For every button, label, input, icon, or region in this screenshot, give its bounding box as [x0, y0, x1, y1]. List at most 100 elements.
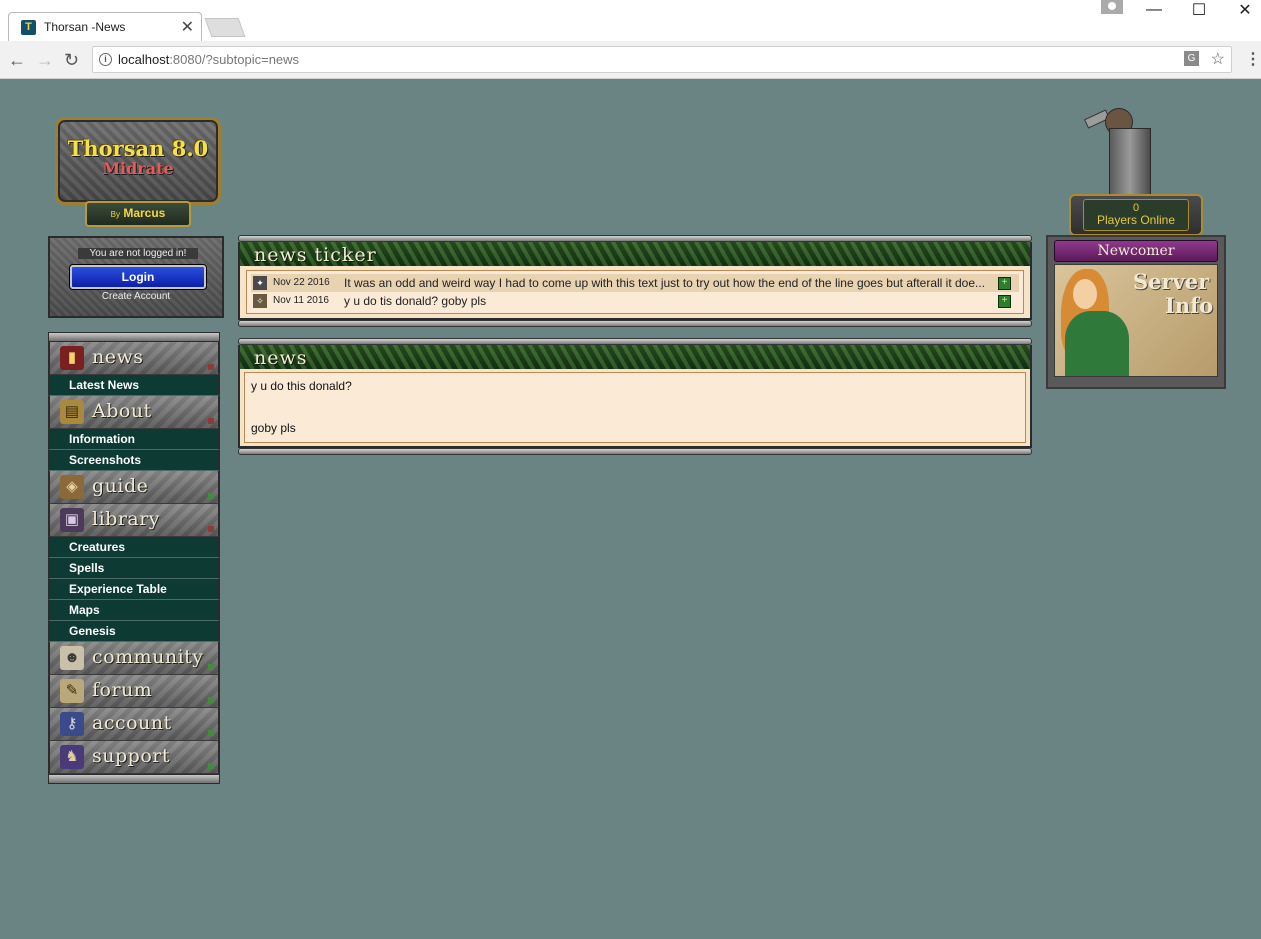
address-bar[interactable]: i localhost:8080/?subtopic=news G ☆ — [92, 46, 1232, 73]
menu-item-screenshots[interactable]: Screenshots — [48, 450, 220, 471]
site-favicon-icon: T — [21, 20, 36, 35]
bookmark-star-icon[interactable]: ☆ — [1211, 49, 1225, 69]
menu-item-maps[interactable]: Maps — [48, 600, 220, 621]
menu-top-frame — [48, 332, 220, 342]
create-account-link[interactable]: Create Account — [50, 291, 222, 302]
login-button[interactable]: Login — [70, 265, 206, 289]
menu-category-account[interactable]: ⚷ account — [48, 708, 220, 741]
news-box: news y u do this donald? goby pls — [238, 338, 1032, 455]
back-arrow-icon[interactable]: ← — [8, 50, 26, 71]
newcomer-header: Newcomer — [1054, 240, 1218, 262]
ticker-item-icon: ✧ — [253, 294, 267, 308]
news-ticker-box: news ticker ✦ Nov 22 2016 It was an odd … — [238, 235, 1032, 327]
url-text[interactable]: localhost:8080/?subtopic=news — [118, 52, 299, 67]
ticker-text: y u do tis donald? goby pls — [344, 294, 487, 308]
ticker-date: Nov 11 2016 — [273, 295, 329, 306]
forward-arrow-icon[interactable]: → — [36, 50, 54, 71]
minimize-icon[interactable]: — — [1139, 1, 1169, 18]
menu-category-label: forum — [92, 679, 153, 701]
menu-category-label: library — [92, 508, 161, 530]
browser-chrome: T Thorsan -News ✕ — ☐ ✕ ← → ↻ i localhos… — [0, 0, 1261, 79]
menu-category-label: news — [92, 346, 144, 368]
browser-menu-icon[interactable]: ⋮ — [1245, 49, 1261, 69]
menu-category-community[interactable]: ☻ community — [48, 642, 220, 675]
ticker-item-icon: ✦ — [253, 276, 267, 290]
menu-bottom-frame — [48, 774, 220, 784]
menu-category-news[interactable]: ▮ news — [48, 342, 220, 375]
menu-item-genesis[interactable]: Genesis — [48, 621, 220, 642]
menu-item-spells[interactable]: Spells — [48, 558, 220, 579]
author-name: Marcus — [123, 206, 166, 220]
warrior-statue-image — [1084, 108, 1169, 204]
expand-icon — [208, 763, 214, 769]
menu-category-forum[interactable]: ✎ forum — [48, 675, 220, 708]
menu-item-label: Experience Table — [69, 582, 167, 596]
box-top-rail — [238, 235, 1032, 242]
news-ticker-header: news ticker — [238, 242, 1032, 266]
tome-icon: ▣ — [60, 508, 84, 532]
menu-category-library[interactable]: ▣ library — [48, 504, 220, 537]
character-face-shape — [1073, 279, 1097, 309]
news-line-2: goby pls — [251, 421, 296, 435]
ticker-expand-icon[interactable]: + — [998, 295, 1011, 308]
menu-item-label: Latest News — [69, 378, 140, 392]
collapse-icon — [208, 418, 214, 424]
login-status: You are not logged in! — [78, 248, 198, 259]
author-plate: By Marcus — [85, 201, 191, 227]
ticker-date: Nov 22 2016 — [273, 277, 330, 288]
newcomer-artwork[interactable]: Server Info — [1054, 264, 1218, 377]
menu-category-support[interactable]: ♞ support — [48, 741, 220, 774]
window-close-icon[interactable]: ✕ — [1230, 0, 1260, 19]
expand-icon — [208, 493, 214, 499]
box-top-rail — [238, 338, 1032, 345]
expand-icon — [208, 697, 214, 703]
ticker-row[interactable]: ✦ Nov 22 2016 It was an odd and weird wa… — [251, 274, 1019, 292]
news-ticker-body: ✦ Nov 22 2016 It was an odd and weird wa… — [238, 266, 1032, 320]
url-path: :8080/?subtopic=news — [169, 52, 300, 67]
menu-item-experience-table[interactable]: Experience Table — [48, 579, 220, 600]
new-tab-button[interactable] — [204, 18, 246, 37]
tab-close-icon[interactable]: ✕ — [181, 17, 194, 37]
collapse-icon — [208, 526, 214, 532]
browser-toolbar: ← → ↻ i localhost:8080/?subtopic=news G … — [0, 41, 1261, 79]
menu-category-label: About — [92, 400, 152, 422]
menu-category-guide[interactable]: ◈ guide — [48, 471, 220, 504]
reload-icon[interactable]: ↻ — [64, 50, 79, 71]
players-label: Players Online — [1096, 213, 1176, 227]
menu-category-label: guide — [92, 475, 149, 497]
maximize-icon[interactable]: ☐ — [1184, 0, 1214, 19]
expand-icon — [208, 730, 214, 736]
news-header: news — [238, 345, 1032, 369]
ticker-expand-icon[interactable]: + — [998, 277, 1011, 290]
pillar-icon — [1109, 128, 1151, 198]
menu-category-label: support — [92, 745, 170, 767]
expand-icon — [208, 664, 214, 670]
character-dress-shape — [1065, 311, 1129, 376]
ticker-text: It was an odd and weird way I had to com… — [344, 276, 986, 290]
menu-category-about[interactable]: ▤ About — [48, 396, 220, 429]
server-text: Server — [1133, 269, 1210, 294]
news-content: y u do this donald? goby pls — [244, 372, 1026, 443]
key-icon: ⚷ — [60, 712, 84, 736]
site-info-icon[interactable]: i — [99, 53, 112, 66]
ticker-list: ✦ Nov 22 2016 It was an odd and weird wa… — [246, 270, 1024, 314]
menu-item-label: Creatures — [69, 540, 126, 554]
collapse-icon — [208, 364, 214, 370]
menu-item-information[interactable]: Information — [48, 429, 220, 450]
browser-tab[interactable]: T Thorsan -News ✕ — [8, 12, 202, 42]
news-line-1: y u do this donald? — [251, 379, 352, 393]
menu-item-latest-news[interactable]: Latest News — [48, 375, 220, 396]
quill-icon: ✎ — [60, 679, 84, 703]
news-title: news — [254, 347, 308, 369]
menu-item-label: Screenshots — [69, 453, 142, 467]
menu-item-creatures[interactable]: Creatures — [48, 537, 220, 558]
players-online-panel[interactable]: 0 Players Online — [1069, 194, 1203, 236]
newcomer-server-info-box[interactable]: Newcomer Server Info — [1046, 235, 1226, 389]
profile-icon[interactable] — [1101, 0, 1123, 14]
book-icon: ▤ — [60, 400, 84, 424]
news-scroll-icon: ▮ — [60, 346, 84, 370]
box-bottom-rail — [238, 320, 1032, 327]
ticker-row[interactable]: ✧ Nov 11 2016 y u do tis donald? goby pl… — [251, 292, 1019, 310]
translate-icon[interactable]: G — [1184, 51, 1199, 66]
site-logo[interactable]: Thorsan 8.0 Midrate — [55, 117, 221, 205]
